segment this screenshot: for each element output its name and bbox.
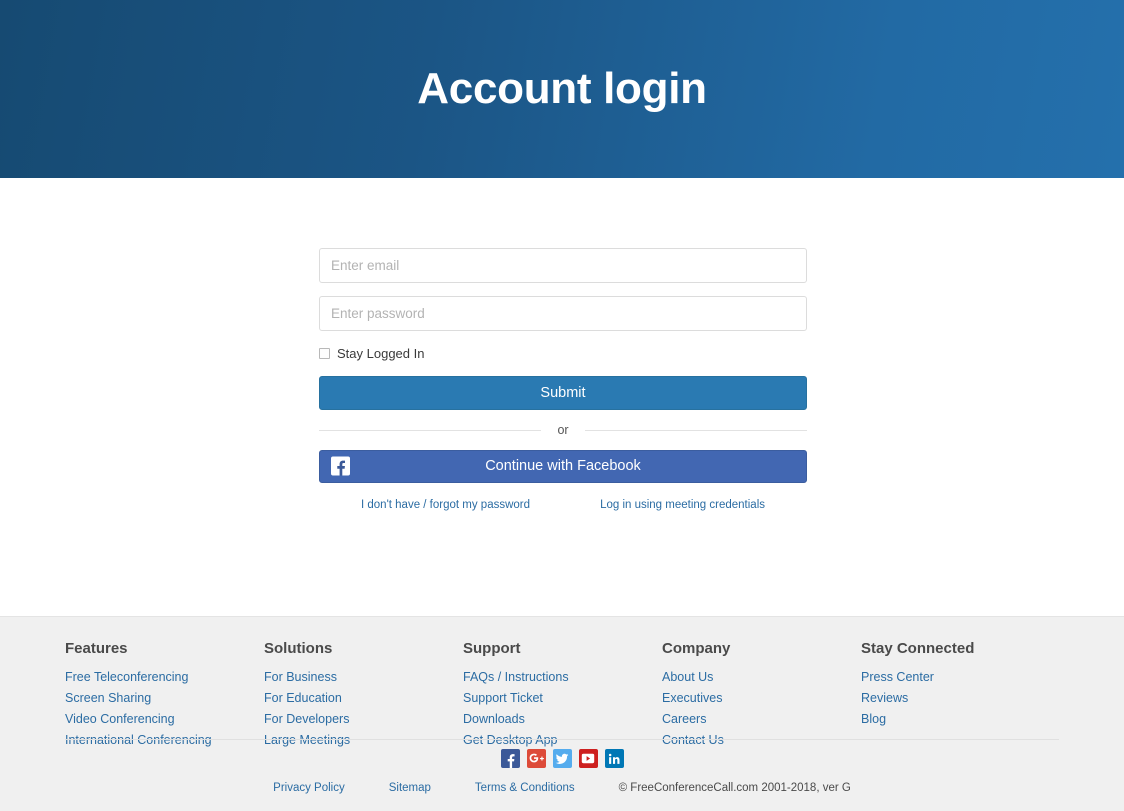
footer-link[interactable]: Screen Sharing bbox=[65, 691, 151, 705]
footer-link[interactable]: For Business bbox=[264, 670, 337, 684]
stay-logged-in-checkbox[interactable] bbox=[319, 348, 330, 359]
list-item: For Business bbox=[264, 668, 463, 686]
footer-bottom-bar: Privacy Policy Sitemap Terms & Condition… bbox=[0, 782, 1124, 795]
footer-link[interactable]: Blog bbox=[861, 712, 886, 726]
submit-button[interactable]: Submit bbox=[319, 376, 807, 410]
footer-column-company: Company About Us Executives Careers Cont… bbox=[662, 641, 861, 752]
or-divider: or bbox=[319, 424, 807, 437]
footer-column-title: Stay Connected bbox=[861, 640, 975, 657]
footer-column-support: Support FAQs / Instructions Support Tick… bbox=[463, 641, 662, 752]
page-header: Account login bbox=[0, 0, 1124, 178]
list-item: Downloads bbox=[463, 710, 662, 728]
footer-column-title: Solutions bbox=[264, 640, 333, 657]
list-item: Get Desktop App bbox=[463, 731, 662, 749]
list-item: Support Ticket bbox=[463, 689, 662, 707]
list-item: Free Teleconferencing bbox=[65, 668, 264, 686]
footer-link[interactable]: Careers bbox=[662, 712, 706, 726]
facebook-icon bbox=[331, 456, 350, 476]
forgot-password-link[interactable]: I don't have / forgot my password bbox=[361, 499, 530, 512]
footer-link[interactable]: Press Center bbox=[861, 670, 934, 684]
list-item: For Education bbox=[264, 689, 463, 707]
footer-link[interactable]: Video Conferencing bbox=[65, 712, 175, 726]
terms-and-conditions-link[interactable]: Terms & Conditions bbox=[475, 782, 575, 795]
youtube-icon[interactable] bbox=[578, 749, 598, 768]
footer-divider bbox=[65, 739, 1059, 740]
list-item: Careers bbox=[662, 710, 861, 728]
footer-link[interactable]: FAQs / Instructions bbox=[463, 670, 569, 684]
footer-column-features: Features Free Teleconferencing Screen Sh… bbox=[65, 641, 264, 752]
footer-link[interactable]: Reviews bbox=[861, 691, 908, 705]
footer-link[interactable]: About Us bbox=[662, 670, 713, 684]
copyright-text: © FreeConferenceCall.com 2001-2018, ver … bbox=[618, 782, 851, 794]
site-footer: Features Free Teleconferencing Screen Sh… bbox=[0, 616, 1124, 811]
footer-column-stay-connected: Stay Connected Press Center Reviews Blog bbox=[861, 641, 1060, 752]
facebook-icon[interactable] bbox=[500, 749, 520, 768]
continue-with-facebook-button[interactable]: Continue with Facebook bbox=[319, 449, 807, 483]
footer-column-title: Company bbox=[662, 640, 731, 657]
footer-link[interactable]: Free Teleconferencing bbox=[65, 670, 188, 684]
footer-column-solutions: Solutions For Business For Education For… bbox=[264, 641, 463, 752]
privacy-policy-link[interactable]: Privacy Policy bbox=[273, 782, 345, 795]
form-links: I don't have / forgot my password Log in… bbox=[319, 499, 807, 512]
stay-logged-in-label: Stay Logged In bbox=[337, 346, 425, 361]
sitemap-link[interactable]: Sitemap bbox=[389, 782, 431, 795]
login-form: Stay Logged In Submit or Continue with F… bbox=[319, 248, 807, 511]
page-title: Account login bbox=[417, 64, 707, 113]
list-item: Executives bbox=[662, 689, 861, 707]
list-item: Reviews bbox=[861, 689, 1060, 707]
list-item: Screen Sharing bbox=[65, 689, 264, 707]
footer-link-list: About Us Executives Careers Contact Us bbox=[662, 668, 861, 749]
twitter-icon[interactable] bbox=[552, 749, 572, 768]
footer-link[interactable]: Contact Us bbox=[662, 733, 724, 747]
google-plus-icon[interactable] bbox=[526, 749, 546, 768]
list-item: For Developers bbox=[264, 710, 463, 728]
facebook-button-label: Continue with Facebook bbox=[485, 457, 641, 474]
footer-link[interactable]: Downloads bbox=[463, 712, 525, 726]
divider-line-left bbox=[319, 429, 542, 431]
footer-link[interactable]: Support Ticket bbox=[463, 691, 543, 705]
footer-link[interactable]: Large Meetings bbox=[264, 733, 350, 747]
list-item: International Conferencing bbox=[65, 731, 264, 749]
social-links bbox=[0, 749, 1124, 768]
footer-link[interactable]: International Conferencing bbox=[65, 733, 212, 747]
footer-link[interactable]: For Developers bbox=[264, 712, 349, 726]
meeting-credentials-link[interactable]: Log in using meeting credentials bbox=[600, 499, 765, 512]
list-item: About Us bbox=[662, 668, 861, 686]
footer-link-list: For Business For Education For Developer… bbox=[264, 668, 463, 749]
footer-link-list: Press Center Reviews Blog bbox=[861, 668, 1060, 728]
password-field[interactable] bbox=[319, 296, 807, 331]
divider-line-right bbox=[584, 429, 807, 431]
main-content: Stay Logged In Submit or Continue with F… bbox=[0, 178, 1124, 616]
footer-columns: Features Free Teleconferencing Screen Sh… bbox=[65, 641, 1060, 752]
email-field[interactable] bbox=[319, 248, 807, 283]
list-item: Press Center bbox=[861, 668, 1060, 686]
linkedin-icon[interactable] bbox=[604, 749, 624, 768]
stay-logged-in-row[interactable]: Stay Logged In bbox=[319, 347, 807, 360]
footer-link[interactable]: Get Desktop App bbox=[463, 733, 558, 747]
list-item: Large Meetings bbox=[264, 731, 463, 749]
list-item: Blog bbox=[861, 710, 1060, 728]
list-item: Contact Us bbox=[662, 731, 861, 749]
footer-link-list: FAQs / Instructions Support Ticket Downl… bbox=[463, 668, 662, 749]
list-item: FAQs / Instructions bbox=[463, 668, 662, 686]
footer-column-title: Features bbox=[65, 640, 128, 657]
footer-link-list: Free Teleconferencing Screen Sharing Vid… bbox=[65, 668, 264, 749]
footer-link[interactable]: For Education bbox=[264, 691, 342, 705]
footer-column-title: Support bbox=[463, 640, 521, 657]
list-item: Video Conferencing bbox=[65, 710, 264, 728]
footer-link[interactable]: Executives bbox=[662, 691, 722, 705]
divider-label: or bbox=[557, 423, 569, 437]
